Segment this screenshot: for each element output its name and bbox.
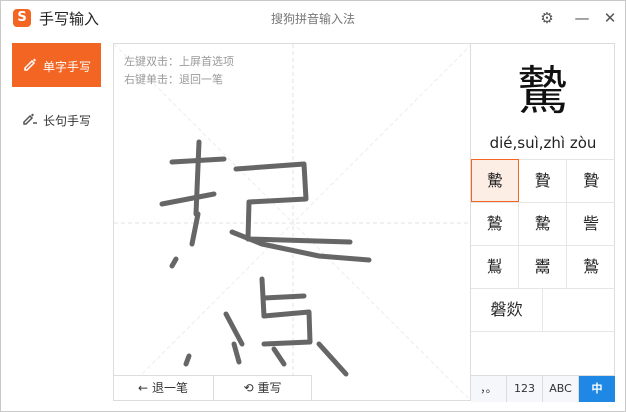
sidebar-item-sentence[interactable]: 长句手写 (12, 97, 101, 141)
close-icon[interactable]: ✕ (599, 7, 621, 29)
empty-cell (543, 288, 615, 331)
preview-char: 驇 (516, 62, 569, 122)
handwriting-canvas[interactable]: 左键双击：上屏首选项 右键单击：退回一笔 ← 退一笔 ⟲ 重写 (113, 43, 471, 401)
minimize-icon[interactable]: — (571, 7, 593, 29)
title-bar: S 手写输入 搜狗拼音输入法 ⚙ — ✕ (1, 1, 625, 35)
candidate-panel: 驇 dié,suì,zhì zòu 驇 贄 贄 鷙 騺 訾 鵥 鬻 鷙 磐欻 ，… (471, 43, 615, 402)
handwriting-window: S 手写输入 搜狗拼音输入法 ⚙ — ✕ 单字手写 长句手写 左键双击：上屏首选… (0, 0, 626, 412)
pen-icon (24, 58, 36, 71)
candidate-cell[interactable]: 鬻 (519, 245, 567, 288)
rewrite-label: 重写 (257, 381, 282, 395)
candidate-cell[interactable]: 贄 (519, 159, 567, 202)
candidate-cell[interactable]: 鷙 (471, 202, 519, 245)
candidate-cell[interactable]: 磐欻 (471, 288, 543, 331)
ink-strokes (159, 139, 372, 377)
candidate-cell[interactable]: 鷙 (567, 245, 615, 288)
candidate-cell[interactable]: 鵥 (471, 245, 519, 288)
canvas-actions: ← 退一笔 ⟲ 重写 (114, 375, 312, 400)
candidate-cell[interactable]: 驇 (471, 159, 519, 202)
candidate-cell[interactable]: 訾 (567, 202, 615, 245)
candidate-cell[interactable]: 騺 (519, 202, 567, 245)
rewrite-icon: ⟲ (243, 381, 254, 395)
input-mode-bar: ，。 123 ABC 中 (471, 375, 615, 402)
mode-punctuation[interactable]: ，。 (471, 376, 507, 402)
empty-cell (471, 331, 615, 375)
sidebar-item-single-char[interactable]: 单字手写 (12, 43, 101, 87)
sidebar-item-label: 单字手写 (43, 60, 92, 74)
sentence-pen-icon (23, 113, 37, 125)
gear-icon[interactable]: ⚙ (536, 7, 558, 29)
pinyin-text: dié,suì,zhì zòu (489, 134, 597, 152)
sidebar-item-label: 长句手写 (43, 114, 92, 128)
undo-label: 退一笔 (151, 381, 188, 395)
undo-stroke-button[interactable]: ← 退一笔 (114, 376, 212, 400)
mode-chinese[interactable]: 中 (579, 376, 615, 402)
mode-english[interactable]: ABC (543, 376, 579, 402)
window-title: 搜狗拼音输入法 (270, 12, 355, 26)
arrow-left-icon: ← (138, 381, 149, 395)
sidebar: 单字手写 长句手写 (1, 35, 111, 411)
candidate-cell[interactable]: 贄 (567, 159, 615, 202)
mode-numbers[interactable]: 123 (507, 376, 543, 402)
rewrite-button[interactable]: ⟲ 重写 (213, 376, 311, 400)
